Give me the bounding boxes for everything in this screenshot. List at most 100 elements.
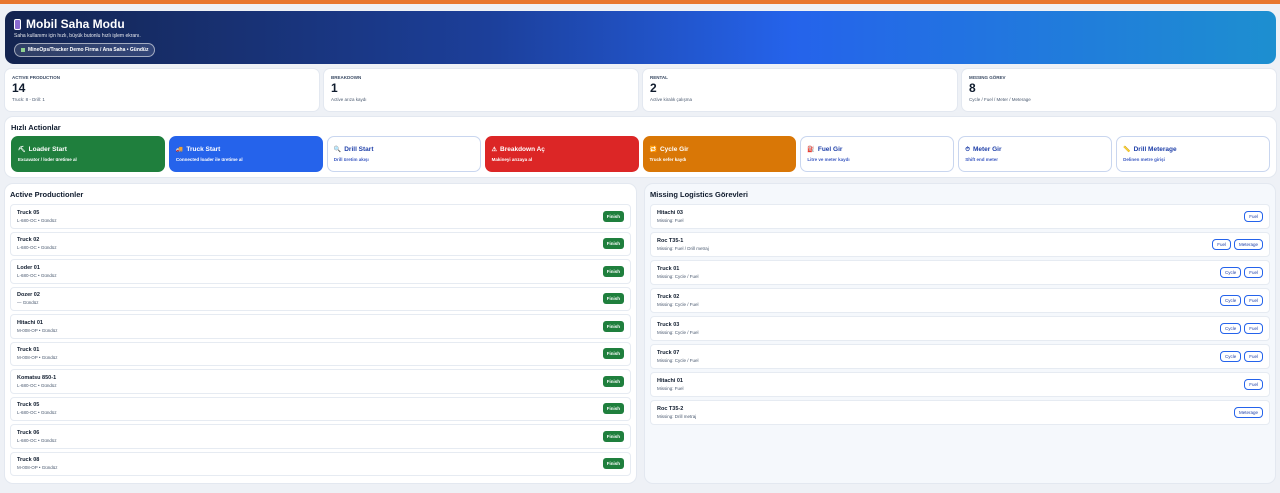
finish-button[interactable]: Finish: [602, 458, 624, 470]
meterage-task-button[interactable]: Meterage: [1233, 407, 1263, 418]
quick-action-truck-start[interactable]: 🚚 Truck Start Connected loader ile üretime…: [168, 136, 323, 172]
fuel-task-button[interactable]: Fuel: [1244, 323, 1263, 334]
quick-action-fuel-gir[interactable]: ⛽ Fuel Gir Litre ve meter kaydı: [800, 136, 955, 172]
quick-action-label: Drill Meterage: [1133, 146, 1177, 153]
production-info: Truck 05 L-680-OC • Gündüz: [17, 210, 57, 223]
machine-detail: M-008-OP • Gündüz: [17, 465, 58, 471]
production-row: Loder 01 L-680-OC • Gündüz Finish: [10, 259, 631, 284]
finish-button[interactable]: Finish: [602, 293, 624, 305]
machine-detail: L-680-OC • Gündüz: [17, 245, 57, 251]
missing-task-row: Roc T35-2 Missing: Drill metraj Meterage: [650, 400, 1270, 425]
truck-icon: 🚚: [175, 146, 184, 153]
production-info: Truck 08 M-008-OP • Gündüz: [17, 457, 58, 470]
fuel-task-button[interactable]: Fuel: [1244, 379, 1263, 390]
finish-button[interactable]: Finish: [602, 265, 624, 277]
quick-action-sub: Litre ve meter kaydı: [807, 157, 850, 162]
missing-task-info: Hitachi 01 Missing: Fuel: [657, 378, 684, 391]
machine-name: Truck 08: [17, 457, 40, 464]
quick-action-title: 📏 Drill Meterage: [1123, 146, 1263, 153]
fuel-task-button[interactable]: Fuel: [1244, 351, 1263, 362]
stat-label: RENTAL: [650, 75, 668, 80]
active-productions-title: Active Productionler: [10, 190, 84, 199]
machine-detail: M-008-OP • Gündüz: [17, 327, 58, 333]
quick-action-title: ⚠ Breakdown Aç: [492, 146, 632, 153]
machine-name: Loder 01: [17, 264, 40, 271]
missing-logistics-panel: Missing Logistics Görevleri Hitachi 03 Mi…: [645, 184, 1275, 483]
shovel-icon: ⛏: [18, 146, 26, 153]
context-chip[interactable]: MineOps/Tracker Demo Firma / Ana Saha • …: [14, 43, 156, 57]
stat-card-missing-gorev: MISSING GÖREV 8 Cycle / Fuel / Meter / M…: [962, 69, 1276, 111]
machine-name: Truck 05: [17, 402, 40, 409]
stat-sub: Cycle / Fuel / Meter / Meterage: [969, 97, 1031, 102]
production-row: Truck 08 M-008-OP • Gündüz Finish: [10, 451, 631, 476]
missing-logistics-title: Missing Logistics Görevleri: [650, 190, 748, 199]
cycle-task-button[interactable]: Cycle: [1219, 323, 1242, 334]
stat-card-active-production: ACTIVE PRODUCTION 14 Truck: 8 - Drill: 1: [5, 69, 319, 111]
finish-button[interactable]: Finish: [602, 210, 624, 222]
missing-detail: Missing: Cycle / Fuel: [657, 330, 699, 335]
missing-detail: Missing: Drill metraj: [657, 414, 697, 419]
machine-name: Truck 05: [17, 209, 40, 216]
task-tags: Meterage: [1233, 407, 1263, 418]
finish-button[interactable]: Finish: [602, 375, 624, 387]
quick-action-title: ⛏ Loader Start: [18, 146, 158, 153]
quick-actions-panel: Hızlı Actionlar ⛏ Loader Start Excavator /…: [5, 117, 1276, 177]
quick-action-breakdown-a-[interactable]: ⚠ Breakdown Aç Makineyi arızaya al: [484, 136, 639, 172]
missing-detail: Missing: Fuel: [657, 218, 684, 223]
missing-detail: Missing: Cycle / Fuel: [657, 358, 699, 363]
machine-name: Hitachi 01: [17, 319, 43, 326]
finish-button[interactable]: Finish: [602, 348, 624, 360]
meterage-task-button[interactable]: Meterage: [1233, 239, 1263, 250]
machine-detail: L-680-OC • Gündüz: [17, 217, 57, 223]
machine-name: Komatsu 850-1: [17, 374, 57, 381]
task-tags: Cycle Fuel: [1219, 323, 1263, 334]
quick-action-label: Cycle Gir: [659, 146, 689, 153]
stat-card-breakdown: BREAKDOWN 1 Active arıza kaydı: [324, 69, 638, 111]
drill-icon: 🔍: [333, 146, 342, 153]
quick-action-loader-start[interactable]: ⛏ Loader Start Excavator / loder üretime a…: [11, 136, 165, 172]
production-row: Truck 02 L-680-OC • Gündüz Finish: [10, 231, 631, 256]
stats-row: ACTIVE PRODUCTION 14 Truck: 8 - Drill: 1…: [5, 69, 1276, 111]
finish-button[interactable]: Finish: [602, 430, 624, 442]
task-tags: Fuel: [1244, 379, 1263, 390]
task-tags: Cycle Fuel: [1219, 295, 1263, 306]
production-info: Truck 01 M-008-OP • Gündüz: [17, 347, 58, 360]
machine-name: Hitachi 01: [657, 378, 683, 384]
fuel-task-button[interactable]: Fuel: [1244, 211, 1263, 222]
quick-action-meter-gir[interactable]: ⏱ Meter Gir Shift end meter: [958, 136, 1113, 172]
finish-button[interactable]: Finish: [602, 238, 624, 250]
cycle-task-button[interactable]: Cycle: [1219, 351, 1242, 362]
quick-action-drill-meterage[interactable]: 📏 Drill Meterage Delinen metre girişi: [1116, 136, 1270, 172]
cycle-task-button[interactable]: Cycle: [1219, 295, 1242, 306]
active-productions-panel: Active Productionler Truck 05 L-680-OC • …: [5, 184, 636, 483]
quick-action-drill-start[interactable]: 🔍 Drill Start Drill üretim akışı: [326, 136, 481, 172]
machine-name: Truck 07: [657, 350, 680, 356]
machine-name: Truck 03: [657, 322, 680, 328]
production-info: Dozer 02— Gündüz: [17, 292, 40, 305]
task-tags: Fuel Meterage: [1212, 239, 1263, 250]
active-productions-list: Truck 05 L-680-OC • Gündüz Finish Truck 02 L…: [10, 204, 631, 476]
finish-button[interactable]: Finish: [602, 320, 624, 332]
cycle-task-button[interactable]: Cycle: [1219, 267, 1242, 278]
missing-logistics-list: Hitachi 03 Missing: Fuel Fuel Roc T35-1 Miss…: [650, 204, 1270, 425]
finish-button[interactable]: Finish: [602, 403, 624, 415]
quick-action-sub: Delinen metre girişi: [1123, 157, 1165, 162]
fuel-task-button[interactable]: Fuel: [1244, 267, 1263, 278]
fuel-task-button[interactable]: Fuel: [1212, 239, 1231, 250]
stat-label: ACTIVE PRODUCTION: [12, 75, 61, 80]
stat-value: 8: [969, 81, 976, 95]
quick-action-label: Breakdown Aç: [500, 146, 545, 153]
missing-task-row: Truck 03 Missing: Cycle / Fuel Cycle Fuel: [650, 316, 1270, 341]
quick-action-sub: Excavator / loder üretime al: [18, 157, 77, 162]
cycle-icon: 🔁: [649, 146, 657, 153]
machine-name: Dozer 02: [17, 292, 40, 299]
machine-detail: L-680-OC • Gündüz: [17, 272, 57, 278]
machine-detail: L-680-OC • Gündüz: [17, 382, 57, 388]
quick-action-cycle-gir[interactable]: 🔁 Cycle Gir Truck sefer kaydı: [642, 136, 797, 172]
quick-action-sub: Makineyi arızaya al: [491, 157, 533, 162]
quick-action-sub: Truck sefer kaydı: [649, 157, 687, 162]
fuel-task-button[interactable]: Fuel: [1244, 295, 1263, 306]
quick-action-label: Truck Start: [186, 146, 221, 153]
machine-detail: — Gündüz: [17, 300, 39, 306]
ruler-icon: 📏: [1123, 146, 1131, 153]
